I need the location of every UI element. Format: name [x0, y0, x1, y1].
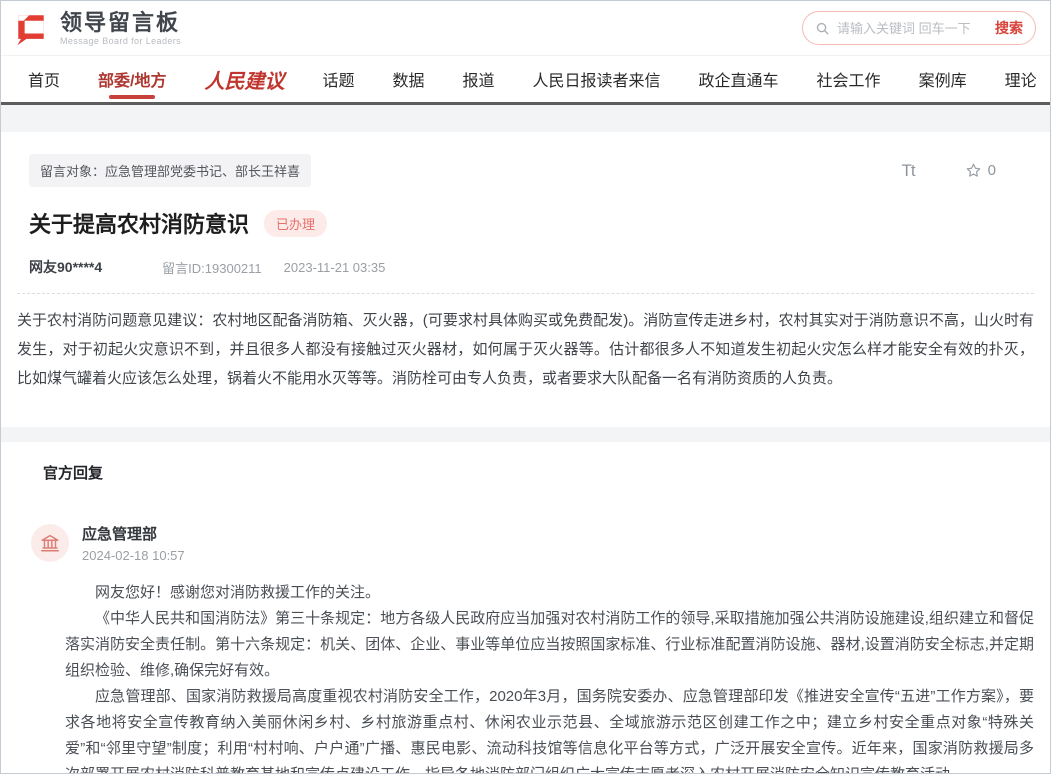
nav-item-case-library[interactable]: 案例库	[919, 56, 967, 102]
page: 领导留言板 Message Board for Leaders 搜索 首页 部委…	[0, 0, 1051, 774]
nav-item-reports[interactable]: 报道	[463, 56, 495, 102]
message-meta: 网友90****4 留言ID:19300211 2023-11-21 03:35	[29, 257, 1034, 277]
search-button[interactable]: 搜索	[995, 18, 1023, 38]
star-icon	[965, 162, 982, 179]
avatar	[31, 524, 69, 562]
reply-paragraph: 《中华人民共和国消防法》第三十条规定：地方各级人民政府应当加强对农村消防工作的领…	[65, 606, 1034, 684]
nav-item-home[interactable]: 首页	[28, 56, 60, 102]
nav-item-data[interactable]: 数据	[392, 56, 424, 102]
top-header: 领导留言板 Message Board for Leaders 搜索	[1, 1, 1050, 56]
reply-body: 网友您好！感谢您对消防救援工作的关注。 《中华人民共和国消防法》第三十条规定：地…	[17, 580, 1034, 774]
reply-header: 应急管理部 2024-02-18 10:57	[31, 523, 1034, 563]
message-tools: Tt 0	[902, 161, 996, 181]
site-title: 领导留言板	[60, 11, 181, 35]
reply-paragraph: 网友您好！感谢您对消防救援工作的关注。	[65, 580, 1034, 606]
nav-item-theory[interactable]: 理论	[1005, 56, 1037, 102]
message-card: 留言对象：应急管理部党委书记、部长王祥喜 Tt 0 关于提高农村消防意识 已办理…	[1, 132, 1050, 427]
government-building-icon	[39, 532, 61, 554]
search-icon	[815, 21, 830, 36]
divider	[17, 293, 1034, 294]
nav-item-reader-letters[interactable]: 人民日报读者来信	[533, 56, 661, 102]
main-nav: 首页 部委/地方 人民建议 话题 数据 报道 人民日报读者来信 政企直通车 社会…	[1, 56, 1050, 105]
nav-item-social-work[interactable]: 社会工作	[817, 56, 881, 102]
reply-paragraph: 应急管理部、国家消防救援局高度重视农村消防安全工作，2020年3月，国务院安委办…	[65, 684, 1034, 774]
nav-item-ministries-local[interactable]: 部委/地方	[98, 56, 166, 102]
site-logo[interactable]: 领导留言板 Message Board for Leaders	[11, 8, 181, 48]
site-logo-icon	[11, 8, 51, 48]
search-box: 搜索	[802, 11, 1036, 45]
message-author: 网友90****4	[29, 257, 102, 277]
favorite-count: 0	[988, 162, 996, 179]
message-id: 留言ID:19300211	[162, 258, 262, 277]
nav-item-topics[interactable]: 话题	[322, 56, 354, 102]
reply-agency-block: 应急管理部 2024-02-18 10:57	[82, 523, 185, 563]
favorite-button[interactable]: 0	[965, 162, 996, 179]
message-title: 关于提高农村消防意识	[29, 207, 249, 239]
official-reply-card: 官方回复 应急管理部 2024-02-18 10:57	[1, 442, 1050, 774]
message-body: 关于农村消防问题意见建议：农村地区配备消防箱、灭火器，(可要求村具体购买或免费配…	[17, 306, 1034, 393]
reply-section-title: 官方回复	[43, 462, 1034, 483]
reply-time: 2024-02-18 10:57	[82, 548, 185, 563]
status-badge: 已办理	[264, 210, 327, 237]
font-size-toggle[interactable]: Tt	[902, 161, 915, 181]
search-input[interactable]	[837, 21, 988, 36]
nav-item-people-suggestions[interactable]: 人民建议	[204, 56, 284, 102]
message-time: 2023-11-21 03:35	[284, 260, 386, 275]
site-logo-text: 领导留言板 Message Board for Leaders	[60, 11, 181, 46]
message-target-tag: 留言对象：应急管理部党委书记、部长王祥喜	[29, 154, 311, 187]
main-content: 留言对象：应急管理部党委书记、部长王祥喜 Tt 0 关于提高农村消防意识 已办理…	[1, 132, 1050, 774]
reply-agency-name: 应急管理部	[82, 523, 185, 544]
site-subtitle: Message Board for Leaders	[60, 36, 181, 46]
nav-item-gov-enterprise[interactable]: 政企直通车	[699, 56, 779, 102]
